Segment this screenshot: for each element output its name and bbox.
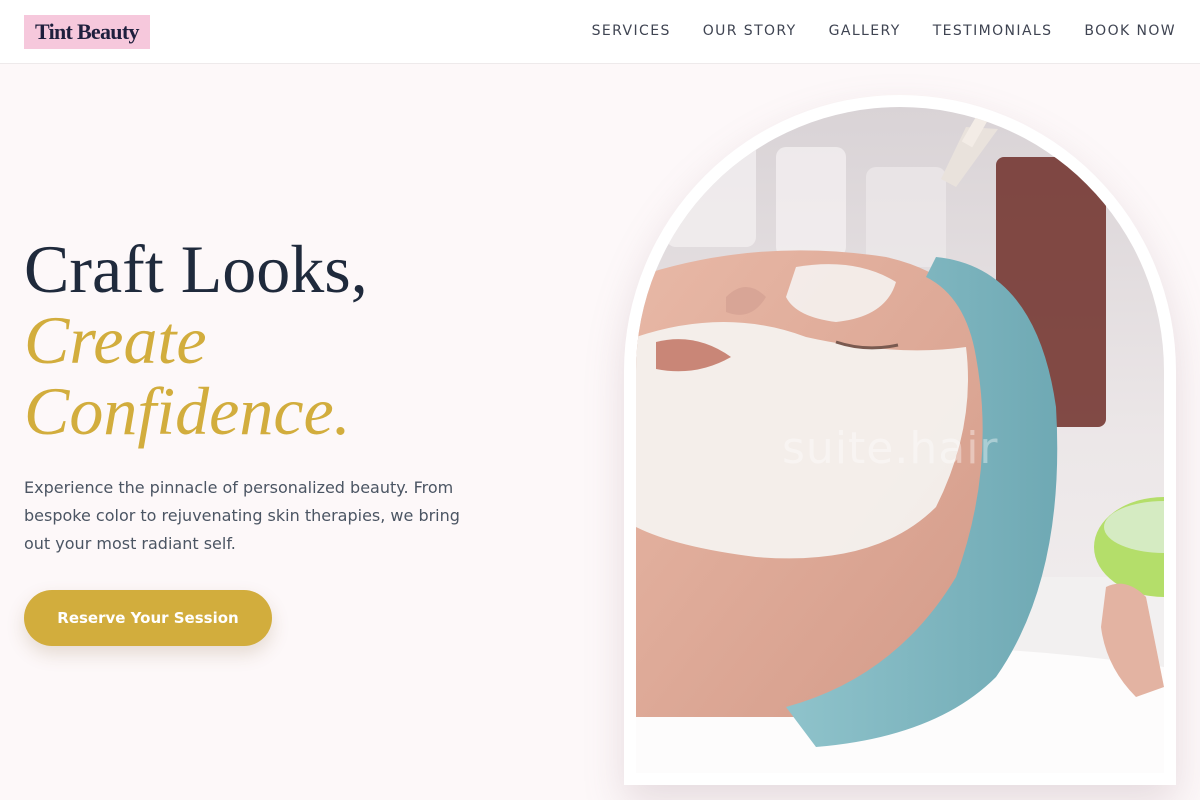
nav-our-story[interactable]: OUR STORY [703, 23, 797, 39]
hero-heading-line3: Confidence. [24, 373, 351, 449]
hero-heading-line1: Craft Looks, [24, 231, 368, 307]
nav-book-now[interactable]: BOOK NOW [1084, 23, 1176, 39]
nav-services[interactable]: SERVICES [592, 23, 671, 39]
hero-heading: Craft Looks, Create Confidence. [24, 234, 368, 447]
image-watermark: suite.hair [782, 423, 999, 474]
nav-gallery[interactable]: GALLERY [829, 23, 901, 39]
reserve-session-button[interactable]: Reserve Your Session [24, 590, 272, 646]
main-nav: SERVICES OUR STORY GALLERY TESTIMONIALS … [560, 0, 1176, 62]
hero-heading-line2: Create [24, 302, 207, 378]
brand-logo[interactable]: Tint Beauty [24, 15, 150, 49]
hero-description: Experience the pinnacle of personalized … [24, 478, 460, 553]
site-header: Tint Beauty SERVICES OUR STORY GALLERY T… [0, 0, 1200, 64]
nav-testimonials[interactable]: TESTIMONIALS [933, 23, 1053, 39]
hero-facial-treatment-image: suite.hair [636, 107, 1164, 773]
